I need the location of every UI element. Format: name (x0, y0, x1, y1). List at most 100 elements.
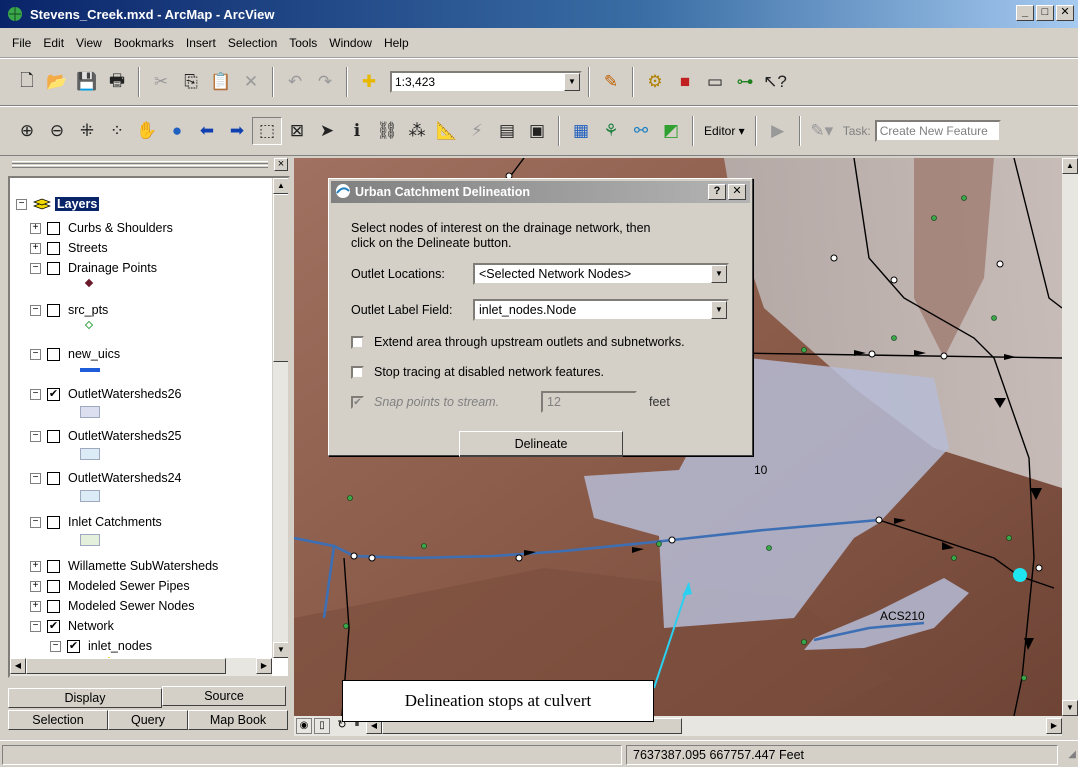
expand-icon[interactable]: + (30, 600, 41, 612)
layer-row[interactable]: − new_uics (30, 344, 120, 364)
menu-window[interactable]: Window (323, 34, 378, 52)
zoom-out-icon[interactable]: ⊖ (42, 117, 72, 145)
snap-points-checkbox[interactable]: ✔ Snap points to stream. (351, 395, 499, 409)
arctoolbox-icon[interactable]: ■ (670, 68, 700, 96)
layer-row[interactable]: + Modeled Sewer Pipes (30, 576, 190, 596)
menu-selection[interactable]: Selection (222, 34, 283, 52)
layer-visibility-checkbox[interactable]: ✔ (47, 387, 60, 401)
layer-visibility-checkbox[interactable] (47, 559, 60, 573)
scroll-left-icon[interactable]: ◀ (10, 658, 26, 674)
redo-icon[interactable]: ↷ (310, 68, 340, 96)
resize-grip-icon[interactable]: ◢ (1068, 749, 1076, 760)
html-popup-icon[interactable]: ▤ (492, 117, 522, 145)
collapse-icon[interactable]: − (30, 430, 41, 442)
new-document-icon[interactable]: 🗋 (12, 68, 42, 96)
expand-icon[interactable]: + (30, 580, 41, 592)
layer-visibility-checkbox[interactable] (47, 221, 60, 235)
forward-extent-icon[interactable]: ➡ (222, 117, 252, 145)
collapse-icon[interactable]: − (30, 348, 41, 360)
dialog-help-button[interactable]: ? (708, 184, 726, 200)
arccatalog-icon[interactable]: ⚙ (640, 68, 670, 96)
task-combo[interactable]: Create New Feature (874, 120, 1001, 142)
menu-file[interactable]: File (6, 34, 37, 52)
checkbox-box[interactable]: ✔ (351, 395, 364, 409)
chevron-down-icon[interactable]: ▼ (711, 301, 727, 319)
fixed-zoom-out-icon[interactable]: ⁘ (102, 117, 132, 145)
collapse-icon[interactable]: − (30, 304, 41, 316)
command-line-icon[interactable]: ▭ (700, 68, 730, 96)
toc-close-icon[interactable]: × (274, 158, 288, 171)
cut-icon[interactable]: ✂ (146, 68, 176, 96)
tab-source[interactable]: Source (162, 686, 286, 706)
selected-outlet-node[interactable] (1013, 568, 1027, 582)
layer-row[interactable]: + Curbs & Shoulders (30, 218, 173, 238)
layer-row[interactable]: − ✔ OutletWatersheds26 (30, 384, 181, 404)
layer-visibility-checkbox[interactable]: ✔ (67, 639, 80, 653)
layer-row[interactable]: + Modeled Sewer Nodes (30, 596, 194, 616)
clear-selection-icon[interactable]: ⊠ (282, 117, 312, 145)
zoom-in-icon[interactable]: ⊕ (12, 117, 42, 145)
checkbox-box[interactable] (351, 365, 364, 379)
select-elements-arrow-icon[interactable]: ➤ (312, 117, 342, 145)
print-icon[interactable]: 🖶 (102, 68, 132, 96)
layer-row[interactable]: − ✔ Network (30, 616, 114, 636)
edit-tool-icon[interactable]: ▶ (763, 117, 793, 145)
expand-icon[interactable]: + (30, 560, 41, 572)
dialog-title-bar[interactable]: Urban Catchment Delineation ? ✕ (331, 181, 750, 203)
expand-icon[interactable]: + (30, 222, 41, 234)
open-folder-icon[interactable]: 📂 (42, 68, 72, 96)
table-icon[interactable]: ▦ (566, 117, 596, 145)
scroll-up-icon[interactable]: ▲ (1062, 158, 1078, 174)
layer-visibility-checkbox[interactable] (47, 241, 60, 255)
whats-this-icon[interactable]: ↖? (760, 68, 790, 96)
collapse-icon[interactable]: − (30, 516, 41, 528)
menu-tools[interactable]: Tools (283, 34, 323, 52)
map-scale-combo[interactable]: 1:3,423 ▼ (390, 71, 582, 93)
layer-row[interactable]: + Streets (30, 238, 108, 258)
scroll-right-icon[interactable]: ▶ (256, 658, 272, 674)
find-binoculars-icon[interactable]: ⛓ (372, 117, 402, 145)
extend-area-checkbox[interactable]: Extend area through upstream outlets and… (351, 335, 685, 349)
layer-visibility-checkbox[interactable] (47, 347, 60, 361)
sketch-tool-icon[interactable]: ✎▾ (807, 117, 837, 145)
toc-vertical-scrollbar[interactable]: ▲ ▼ (272, 178, 288, 658)
maximize-button[interactable]: □ (1036, 5, 1054, 21)
layer-visibility-checkbox[interactable] (47, 471, 60, 485)
add-data-icon[interactable]: ✚ (354, 68, 384, 96)
layer-visibility-checkbox[interactable]: ✔ (47, 619, 60, 633)
snap-distance-input[interactable]: 12 (541, 391, 637, 413)
save-icon[interactable]: 💾 (72, 68, 102, 96)
menu-bookmarks[interactable]: Bookmarks (108, 34, 180, 52)
dialog-close-button[interactable]: ✕ (728, 184, 746, 200)
menu-insert[interactable]: Insert (180, 34, 222, 52)
layer-visibility-checkbox[interactable] (47, 303, 60, 317)
tab-display[interactable]: Display (8, 688, 162, 708)
layer-row[interactable]: − ✔ inlet_nodes (50, 636, 152, 656)
scroll-right-icon[interactable]: ▶ (1046, 718, 1062, 734)
paste-icon[interactable]: 📋 (206, 68, 236, 96)
scroll-thumb[interactable] (26, 658, 226, 674)
close-button[interactable]: ✕ (1056, 5, 1074, 21)
layer-visibility-checkbox[interactable] (47, 261, 60, 275)
collapse-icon[interactable]: − (30, 472, 41, 484)
outlet-locations-select[interactable]: <Selected Network Nodes> ▼ (473, 263, 729, 285)
scroll-up-icon[interactable]: ▲ (273, 178, 288, 194)
collapse-icon[interactable]: − (30, 262, 41, 274)
back-extent-icon[interactable]: ⬅ (192, 117, 222, 145)
catchment-tool-icon[interactable]: ◩ (656, 117, 686, 145)
layer-visibility-checkbox[interactable] (47, 599, 60, 613)
map-vertical-scrollbar[interactable]: ▲ ▼ (1062, 158, 1078, 716)
select-features-icon[interactable]: ⬚ (252, 117, 282, 145)
scroll-down-icon[interactable]: ▼ (273, 642, 288, 658)
create-viewer-icon[interactable]: ▣ (522, 117, 552, 145)
tab-map-book[interactable]: Map Book (188, 710, 288, 730)
layer-row[interactable]: − Drainage Points (30, 258, 157, 278)
tab-query[interactable]: Query (108, 710, 188, 730)
identify-icon[interactable]: ℹ (342, 117, 372, 145)
toc-drag-handle[interactable] (8, 158, 290, 172)
collapse-icon[interactable]: − (30, 388, 41, 400)
chevron-down-icon[interactable]: ▼ (564, 73, 580, 91)
delete-icon[interactable]: ✕ (236, 68, 266, 96)
full-extent-globe-icon[interactable]: ● (162, 117, 192, 145)
stop-tracing-checkbox[interactable]: Stop tracing at disabled network feature… (351, 365, 604, 379)
